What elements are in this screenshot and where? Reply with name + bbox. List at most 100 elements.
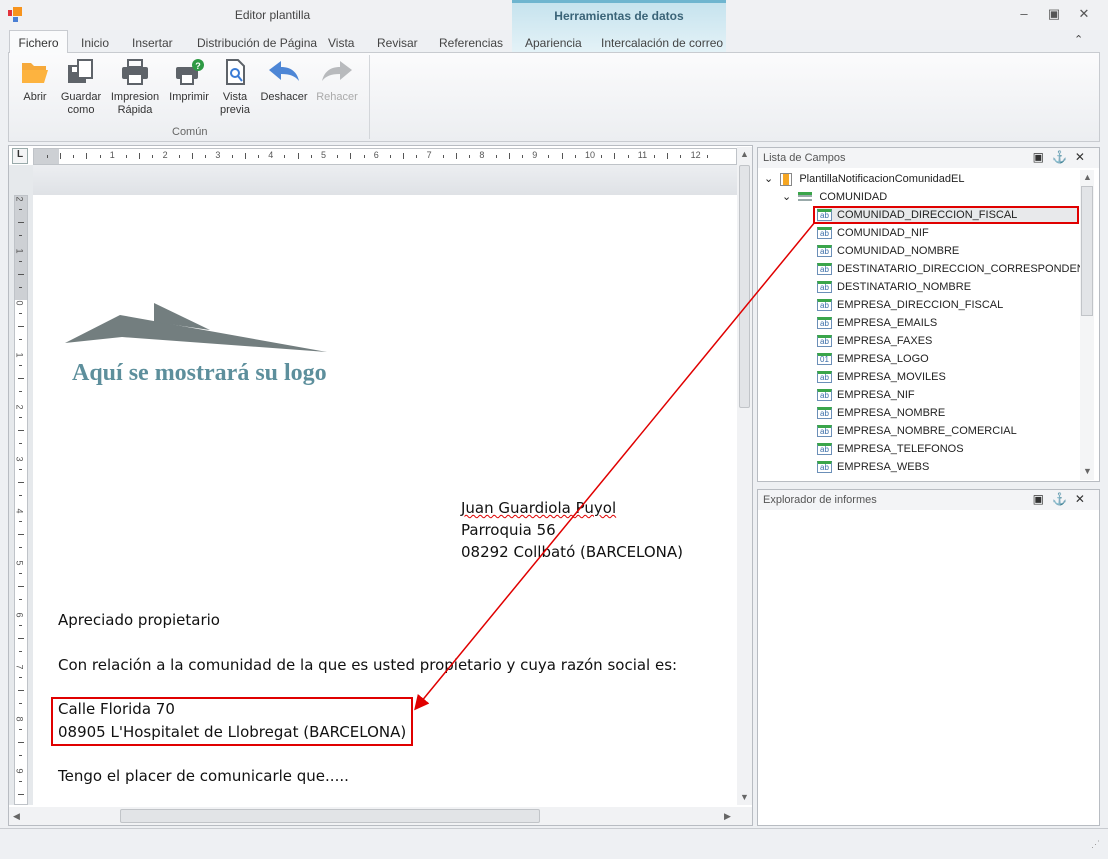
ruler-tick [19, 703, 22, 704]
ruler-tick [19, 209, 22, 210]
ruler-tick [680, 155, 682, 158]
field-item[interactable]: ab DESTINATARIO_NOMBRE [817, 278, 971, 296]
field-item[interactable]: ab EMPRESA_WEBS [817, 458, 929, 476]
save-as-icon [68, 59, 93, 83]
ruler-number: 7 [426, 150, 432, 160]
field-label: EMPRESA_NOMBRE [837, 407, 946, 419]
ruler-tick [19, 313, 22, 314]
vertical-ruler[interactable]: 2 1 0 1 2 3 4 5 6 7 8 9 [14, 195, 28, 808]
minimize-button[interactable]: – [1014, 6, 1034, 24]
tree-root[interactable]: ⌄ PlantillaNotificacionComunidadEL [764, 170, 964, 188]
field-item[interactable]: ab EMPRESA_FAXES [817, 332, 932, 350]
vertical-scroll-thumb[interactable] [739, 165, 750, 408]
scroll-right-icon[interactable]: ▶ [724, 811, 731, 822]
ruler-tick [19, 547, 22, 548]
field-list-header: Lista de Campos ▣⚓✕ [758, 148, 1099, 168]
ruler-number: 6 [373, 150, 379, 160]
scroll-left-icon[interactable]: ◀ [13, 811, 20, 822]
field-item[interactable]: ab EMPRESA_TELEFONOS [817, 440, 964, 458]
ruler-tick [152, 155, 154, 158]
ruler-number: 12 [690, 150, 701, 160]
restore-button[interactable]: ▣ [1044, 6, 1064, 24]
ruler-tick [337, 155, 339, 158]
ruler-number: 8 [479, 150, 485, 160]
field-item[interactable]: 01 EMPRESA_LOGO [817, 350, 929, 368]
print-button[interactable]: ? Imprimir [167, 59, 211, 104]
scroll-down-icon[interactable]: ▼ [1083, 466, 1092, 476]
save-as-button[interactable]: Guardar como [59, 59, 103, 117]
field-item[interactable]: ab COMUNIDAD_NIF [817, 224, 929, 242]
horizontal-scroll-thumb[interactable] [120, 809, 540, 823]
field-item[interactable]: ab EMPRESA_NOMBRE_COMERCIAL [817, 422, 1017, 440]
ruler-tick [126, 155, 127, 158]
field-item[interactable]: ab EMPRESA_MOVILES [817, 368, 946, 386]
ruler-tick [19, 443, 22, 444]
field-item[interactable]: ab COMUNIDAD_DIRECCION_FISCAL [817, 206, 1077, 224]
field-type-icon: ab [817, 335, 832, 348]
field-list-scrollbar[interactable]: ▲ ▼ [1080, 170, 1094, 480]
tab-insertar[interactable]: Insertar [132, 36, 173, 50]
panel-controls[interactable]: ▣⚓✕ [1033, 150, 1093, 164]
field-type-icon: ab [817, 389, 832, 402]
tab-stop-selector[interactable]: L [12, 148, 28, 164]
tab-intercalacion[interactable]: Intercalación de correo [601, 36, 723, 50]
recipient-name-text: Juan Guardiola Puyol [461, 499, 617, 517]
undo-icon [269, 61, 299, 81]
open-button[interactable]: Abrir [17, 59, 53, 104]
ruler-tick [19, 417, 22, 418]
resize-grip-icon[interactable]: ⋰ [1091, 839, 1100, 850]
ruler-tick [310, 155, 312, 158]
tab-apariencia[interactable]: Apariencia [525, 36, 582, 50]
field-item[interactable]: ab EMPRESA_DIRECCION_FISCAL [817, 296, 1003, 314]
document-page[interactable]: Aquí se mostrará su logo Juan Guardiola … [34, 195, 737, 805]
context-tab-label: Herramientas de datos [554, 9, 684, 23]
tree-table[interactable]: ⌄ COMUNIDAD [782, 188, 887, 206]
redo-button[interactable]: Rehacer [315, 59, 359, 104]
scroll-down-icon[interactable]: ▼ [740, 792, 749, 802]
horizontal-ruler[interactable]: 1 2 3 4 5 6 7 8 9 10 11 12 [33, 148, 737, 165]
logo-placeholder-text: Aquí se mostrará su logo [72, 360, 327, 386]
scroll-up-icon[interactable]: ▲ [1083, 172, 1092, 182]
field-type-icon: 01 [817, 353, 832, 366]
quick-print-button[interactable]: Impresion Rápida [109, 59, 161, 117]
collapse-chevron-icon[interactable]: ⌄ [782, 191, 791, 203]
field-item[interactable]: ab EMPRESA_EMAILS [817, 314, 937, 332]
folder-icon [22, 63, 48, 83]
tab-distribucion[interactable]: Distribución de Página [197, 36, 317, 50]
ruler-tick [86, 153, 88, 159]
undo-label: Deshacer [260, 91, 308, 103]
ruler-number: 1 [109, 150, 115, 160]
ruler-number: 2 [162, 150, 168, 160]
field-list-scroll-thumb[interactable] [1081, 186, 1093, 316]
ruler-tick [73, 155, 75, 158]
tab-fichero[interactable]: Fichero [9, 30, 68, 53]
field-item[interactable]: ab EMPRESA_NIF [817, 386, 915, 404]
ruler-number: 5 [321, 150, 327, 160]
close-button[interactable]: ✕ [1074, 6, 1094, 24]
field-item[interactable]: ab EMPRESA_NOMBRE [817, 404, 945, 422]
ruler-tick [403, 153, 405, 159]
field-item[interactable]: ab DESTINATARIO_DIRECCION_CORRESPONDEN... [817, 260, 1094, 278]
scroll-up-icon[interactable]: ▲ [740, 149, 749, 159]
ruler-number: 3 [14, 456, 25, 462]
tab-inicio[interactable]: Inicio [81, 36, 109, 50]
preview-button[interactable]: Vista previa [215, 59, 255, 117]
panel-controls[interactable]: ▣⚓✕ [1033, 492, 1093, 506]
field-item[interactable]: ab COMUNIDAD_NOMBRE [817, 242, 959, 260]
tab-vista[interactable]: Vista [328, 36, 354, 50]
ruler-tick [469, 155, 471, 158]
collapse-chevron-icon[interactable]: ⌄ [764, 173, 773, 185]
ruler-tick [601, 155, 603, 158]
tab-revisar[interactable]: Revisar [377, 36, 418, 50]
ruler-tick [18, 378, 24, 379]
field-label: EMPRESA_WEBS [837, 461, 930, 473]
ruler-tick [495, 155, 497, 158]
ruler-tick [18, 274, 24, 275]
field-type-icon: ab [817, 299, 832, 312]
ruler-tick [19, 781, 22, 782]
tab-referencias[interactable]: Referencias [439, 36, 503, 50]
ruler-tick [19, 339, 22, 340]
undo-button[interactable]: Deshacer [259, 59, 309, 104]
field-type-icon: ab [817, 263, 832, 276]
collapse-ribbon-button[interactable]: ⌃ [1074, 33, 1083, 46]
